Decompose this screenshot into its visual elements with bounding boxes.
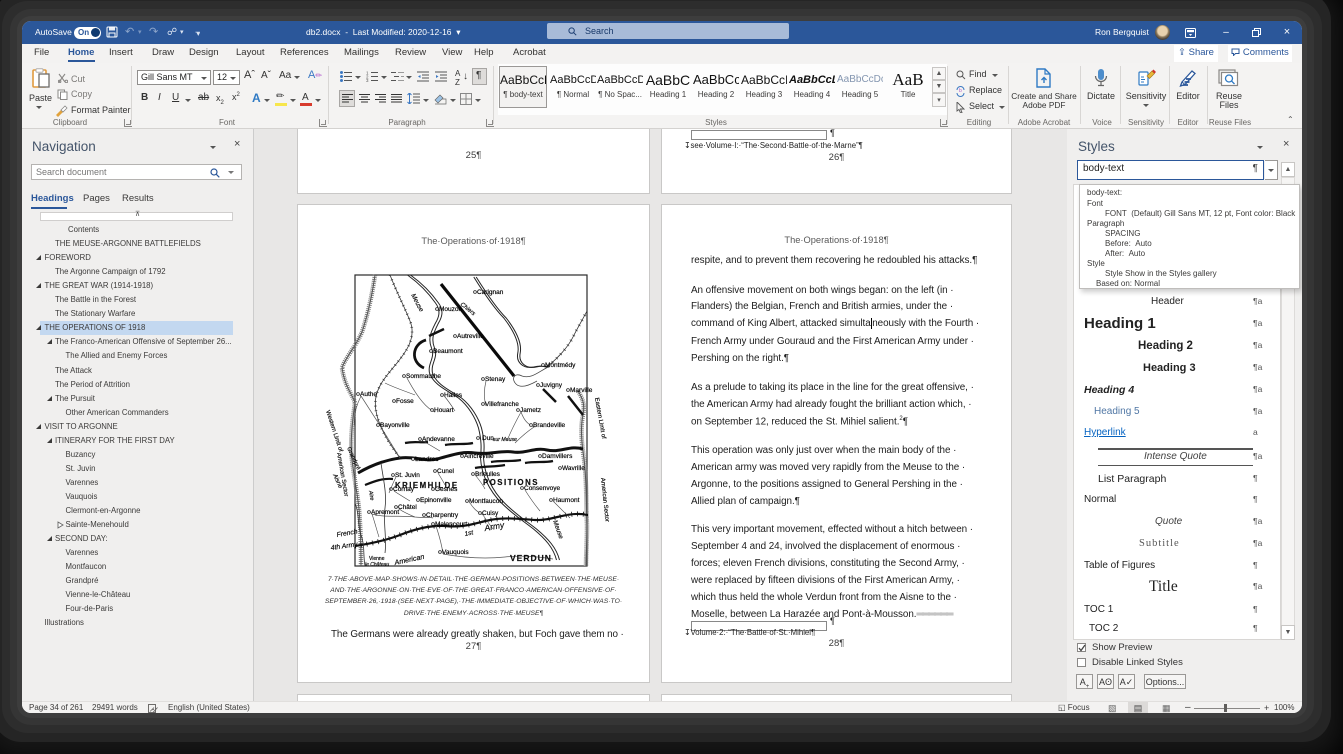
svg-text:Mouzon: Mouzon (439, 306, 463, 313)
svg-text:Western Limit of: Western Limit of (325, 410, 343, 453)
svg-text:Autreville: Autreville (457, 333, 484, 340)
svg-text:Haumont: Haumont (553, 497, 580, 504)
svg-text:Jametz: Jametz (520, 407, 541, 414)
svg-text:Authe: Authe (360, 391, 377, 398)
svg-text:3: 3 (366, 78, 369, 82)
svg-text:American Sector: American Sector (599, 478, 610, 523)
svg-text:VERDUN: VERDUN (510, 553, 552, 563)
svg-text:Villefranche: Villefranche (485, 401, 519, 408)
svg-text:Juvigny: Juvigny (540, 382, 563, 389)
svg-text:Stenay: Stenay (485, 376, 506, 383)
svg-text:Brieulles: Brieulles (475, 471, 501, 478)
svg-text:Beaumont: Beaumont (433, 348, 463, 355)
svg-text:Andevanne: Andevanne (422, 436, 455, 443)
svg-text:4th Army: 4th Army (330, 541, 358, 552)
svg-text:Fosse: Fosse (396, 398, 414, 405)
svg-text:Brandeville: Brandeville (533, 422, 566, 429)
svg-text:Houart: Houart (434, 407, 454, 414)
svg-text:Damvillers: Damvillers (542, 453, 573, 460)
svg-text:1st: 1st (464, 529, 475, 538)
svg-text:Malancourt: Malancourt (435, 521, 467, 528)
svg-text:Sommauthe: Sommauthe (406, 373, 441, 380)
svg-text:le Château: le Château (365, 562, 389, 568)
svg-text:-sur Meuse: -sur Meuse (491, 437, 517, 443)
svg-text:American: American (393, 552, 426, 567)
svg-text:Cuisy: Cuisy (482, 510, 499, 517)
svg-text:Montfaucon: Montfaucon (469, 498, 503, 505)
svg-text:b: b (959, 88, 962, 94)
svg-text:Charpentry: Charpentry (426, 512, 459, 519)
svg-text:Meuse: Meuse (551, 519, 564, 540)
svg-text:Aincreville: Aincreville (464, 453, 494, 460)
svg-text:Marville: Marville (570, 387, 593, 394)
svg-text:Eastern Limit of: Eastern Limit of (593, 397, 606, 439)
svg-text:Epinonville: Epinonville (420, 497, 452, 504)
svg-text:POSITIONS: POSITIONS (483, 478, 539, 487)
svg-text:Cunel: Cunel (437, 468, 455, 475)
svg-text:Montmédy: Montmédy (545, 362, 576, 369)
svg-text:Halles: Halles (444, 392, 463, 399)
svg-text:Bayonville: Bayonville (380, 422, 410, 429)
svg-text:Apremont: Apremont (371, 509, 399, 516)
svg-text:St. Juvin: St. Juvin (395, 472, 420, 479)
svg-text:Aire: Aire (367, 489, 375, 501)
svg-text:Meuse: Meuse (409, 293, 425, 314)
svg-text:Vauquois: Vauquois (442, 549, 469, 556)
svg-text:Carignan: Carignan (477, 289, 504, 296)
svg-text:Landres: Landres (415, 456, 439, 463)
svg-text:Wavrille: Wavrille (562, 465, 585, 472)
svg-text:KRIEMHILDE: KRIEMHILDE (395, 481, 459, 490)
